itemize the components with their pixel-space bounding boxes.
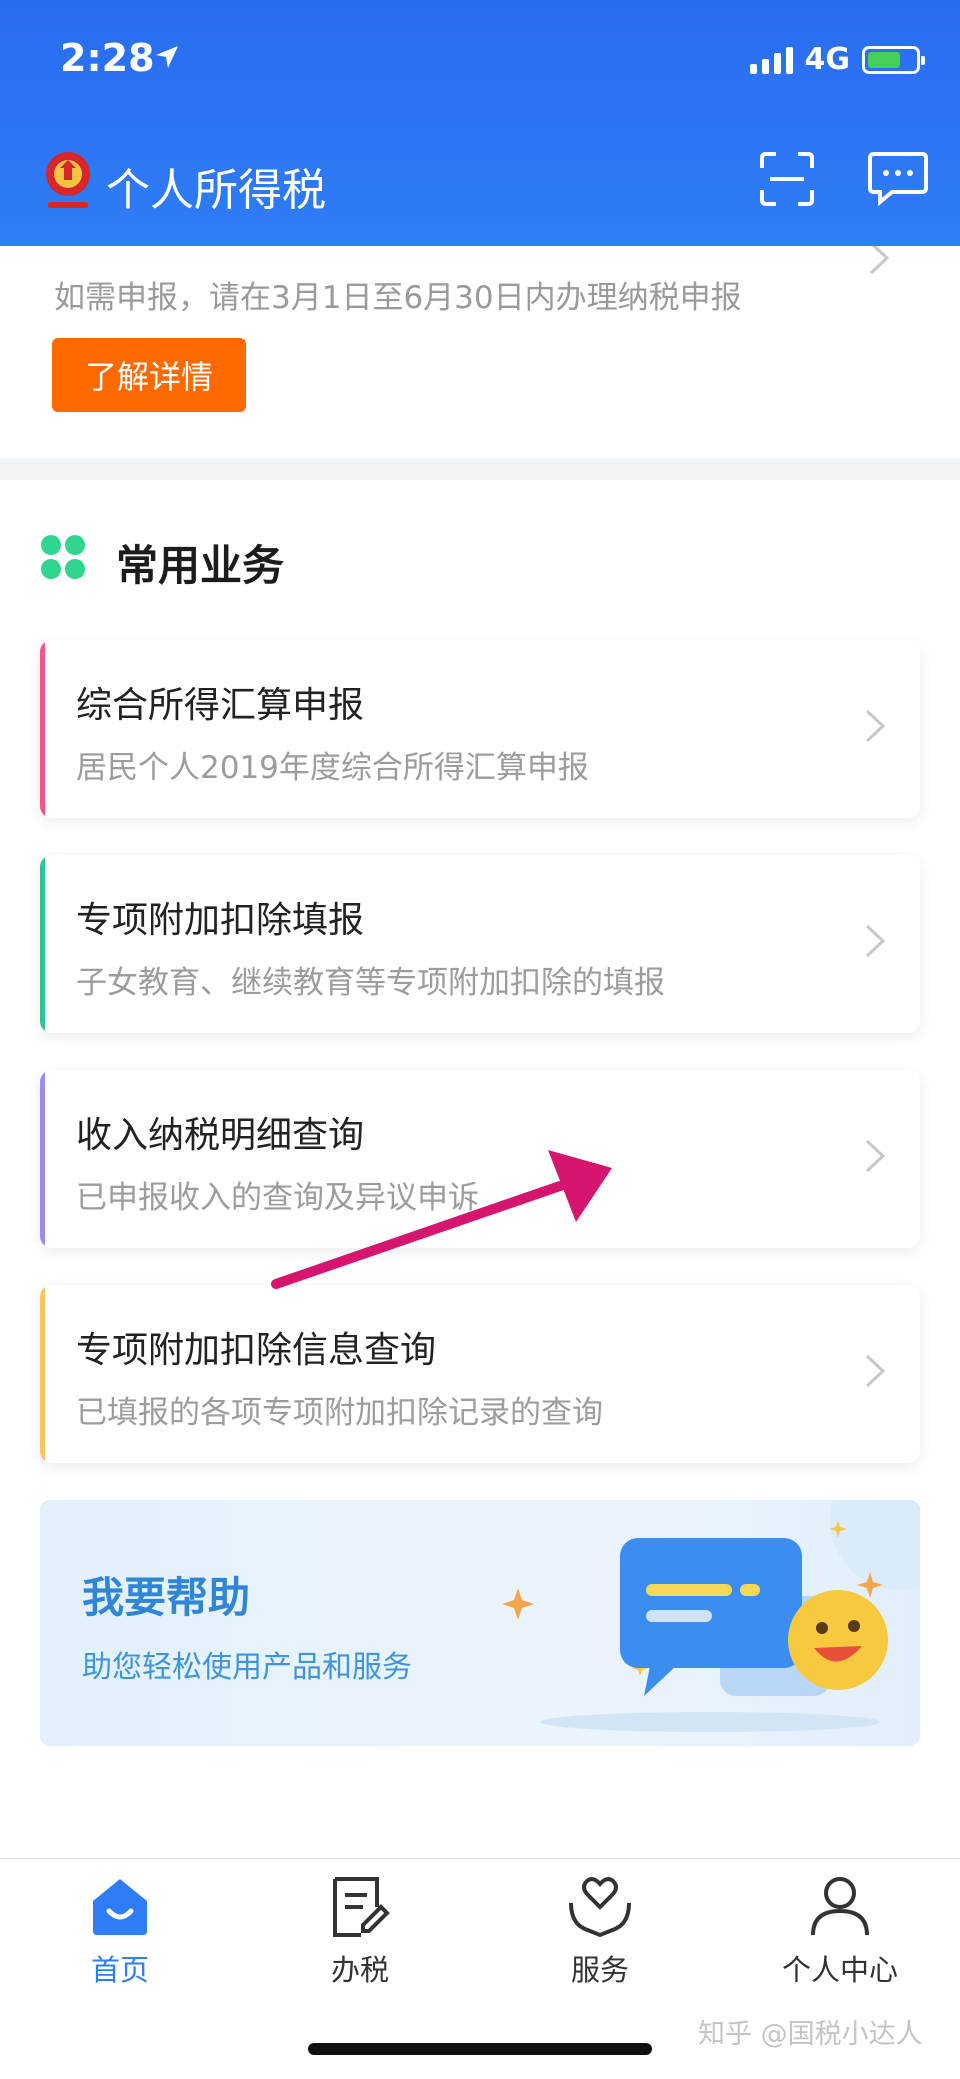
chat-smiley-illustration [502, 1500, 920, 1732]
service-card-annual-filing[interactable]: 综合所得汇算申报 居民个人2019年度综合所得汇算申报 [40, 640, 920, 818]
notice-description: 如需申报，请在3月1日至6月30日内办理纳税申报 [54, 280, 742, 316]
chevron-right-icon [865, 924, 886, 958]
chevron-right-icon [865, 1354, 886, 1388]
tab-tax[interactable]: 办税 [260, 1873, 460, 1989]
signal-icon [749, 46, 793, 74]
card-title: 专项附加扣除填报 [76, 900, 365, 941]
card-title: 综合所得汇算申报 [76, 685, 365, 726]
tab-home[interactable]: 首页 [20, 1873, 220, 1989]
help-title: 我要帮助 [82, 1573, 251, 1622]
section-title: 常用业务 [116, 541, 285, 590]
card-subtitle: 居民个人2019年度综合所得汇算申报 [76, 750, 589, 786]
chevron-right-icon [865, 1139, 886, 1173]
tab-label: 首页 [90, 1953, 149, 1987]
card-subtitle: 已填报的各项专项附加扣除记录的查询 [76, 1395, 603, 1431]
tab-service[interactable]: 服务 [500, 1873, 700, 1989]
home-icon [93, 1879, 147, 1935]
heart-hands-icon [569, 1877, 631, 1938]
chevron-right-icon [865, 709, 886, 743]
network-type: 4G [804, 42, 851, 77]
watermark: 知乎 @国税小达人 [698, 2019, 923, 2050]
tab-label: 办税 [330, 1953, 389, 1987]
service-card-deduction-filing[interactable]: 专项附加扣除填报 子女教育、继续教育等专项附加扣除的填报 [40, 855, 920, 1033]
service-card-deduction-query[interactable]: 专项附加扣除信息查询 已填报的各项专项附加扣除记录的查询 [40, 1285, 920, 1463]
card-accent [40, 855, 45, 1033]
help-banner[interactable]: 我要帮助 助您轻松使用产品和服务 [40, 1500, 920, 1746]
scan-icon[interactable] [758, 150, 816, 208]
card-subtitle: 已申报收入的查询及异议申诉 [76, 1180, 479, 1216]
app-title: 个人所得税 [106, 165, 326, 216]
grid-icon [41, 535, 85, 579]
help-subtitle: 助您轻松使用产品和服务 [82, 1650, 412, 1685]
location-arrow-icon [156, 46, 178, 68]
status-time: 2:28 [60, 36, 155, 80]
learn-more-button[interactable]: 了解详情 [52, 338, 246, 412]
card-accent [40, 1070, 45, 1248]
card-subtitle: 子女教育、继续教育等专项附加扣除的填报 [76, 965, 665, 1001]
card-title: 专项附加扣除信息查询 [76, 1330, 437, 1371]
app-header: 2:28 4G 个人所得税 [0, 0, 960, 246]
card-title: 收入纳税明细查询 [76, 1115, 365, 1156]
card-accent [40, 640, 45, 818]
card-accent [40, 1285, 45, 1463]
tax-emblem-icon [46, 152, 90, 208]
person-icon [811, 1877, 869, 1936]
tab-label: 个人中心 [781, 1953, 898, 1987]
tab-personal-center[interactable]: 个人中心 [740, 1873, 940, 1989]
tab-label: 服务 [570, 1953, 629, 1987]
status-indicators: 4G [749, 42, 925, 77]
section-divider [0, 458, 960, 480]
home-indicator[interactable] [308, 2043, 652, 2055]
document-edit-icon [333, 1877, 390, 1937]
app-screen: 2:28 4G 个人所得税 如需申报，请在3月1日至6月30日内办理纳税申报 了… [0, 0, 960, 2079]
message-icon[interactable] [868, 150, 928, 206]
battery-icon [862, 45, 925, 74]
service-card-income-query[interactable]: 收入纳税明细查询 已申报收入的查询及异议申诉 [40, 1070, 920, 1248]
